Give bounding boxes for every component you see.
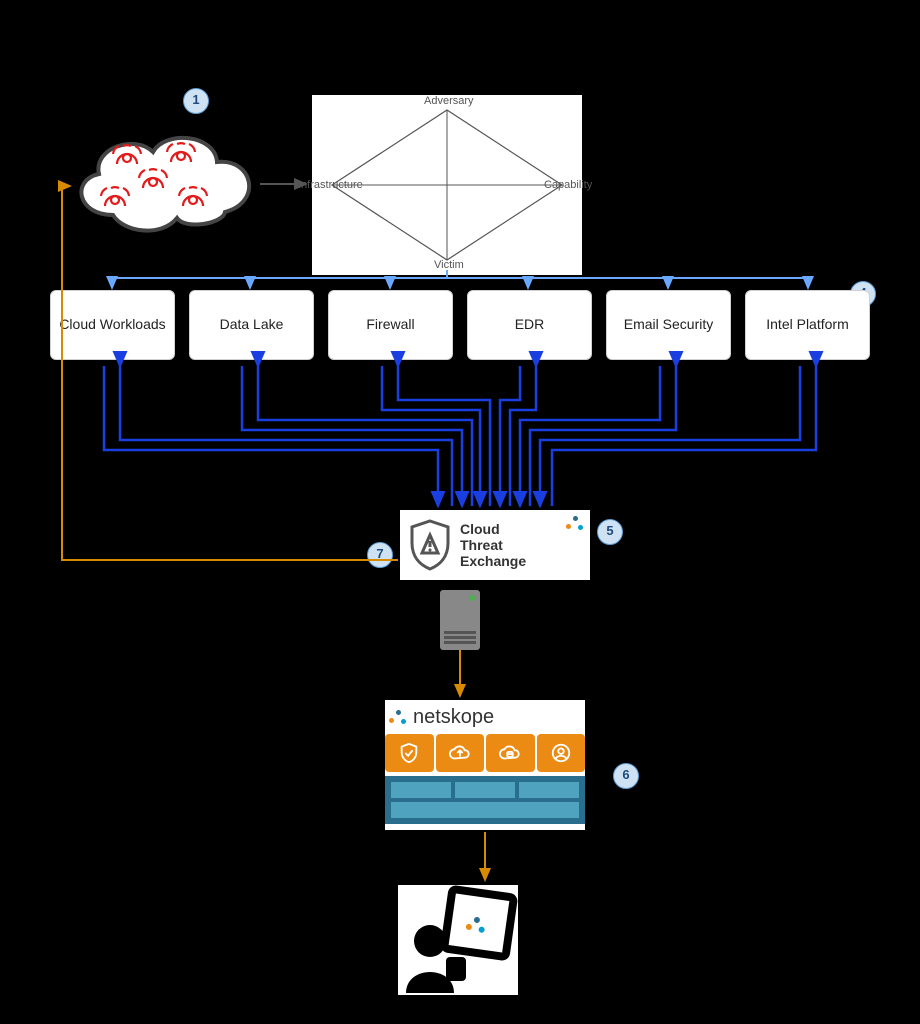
- user-circle-icon: [537, 734, 586, 772]
- cloud-upload-icon: [436, 734, 485, 772]
- shield-check-icon: [385, 734, 434, 772]
- tool-edr: EDR: [467, 290, 592, 360]
- netskope-logo-nodes-icon: [389, 710, 407, 724]
- threat-cloud: [65, 120, 265, 240]
- end-user-terminal: [398, 885, 518, 995]
- diamond-label-capability: Capability: [544, 179, 592, 191]
- tool-data-lake: Data Lake: [189, 290, 314, 360]
- step-badge-5: 5: [597, 519, 623, 545]
- ctx-label-exchange: Exchange: [460, 553, 526, 569]
- security-tool-row: Cloud Workloads Data Lake Firewall EDR E…: [50, 290, 870, 364]
- netskope-brand-label: netskope: [413, 706, 494, 729]
- netskope-platform: netskope: [385, 700, 585, 830]
- diamond-label-adversary: Adversary: [424, 95, 474, 107]
- diamond-label-infrastructure: Infrastructure: [298, 179, 363, 191]
- cloud-database-icon: [486, 734, 535, 772]
- netskope-data-bars: [385, 776, 585, 824]
- netskope-capability-icons: [385, 734, 585, 772]
- shield-alert-icon: [408, 519, 452, 571]
- tool-intel-platform: Intel Platform: [745, 290, 870, 360]
- tool-firewall: Firewall: [328, 290, 453, 360]
- step-badge-7: 7: [367, 542, 393, 568]
- netskope-nodes-icon: [566, 516, 584, 530]
- step-badge-1: 1: [183, 88, 209, 114]
- diamond-model: Adversary Infrastructure Capability Vict…: [312, 95, 582, 275]
- server-icon: [440, 590, 480, 650]
- step-badge-6: 6: [613, 763, 639, 789]
- cloud-threat-exchange: Cloud Threat Exchange: [400, 510, 590, 580]
- tool-email-security: Email Security: [606, 290, 731, 360]
- architecture-diagram: 1 2 3 4 5 6 7 Adversary Infrastructure C…: [0, 0, 920, 1024]
- tool-cloud-workloads: Cloud Workloads: [50, 290, 175, 360]
- ctx-label-threat: Threat: [460, 537, 526, 553]
- ctx-label-cloud: Cloud: [460, 521, 526, 537]
- diamond-label-victim: Victim: [434, 259, 464, 271]
